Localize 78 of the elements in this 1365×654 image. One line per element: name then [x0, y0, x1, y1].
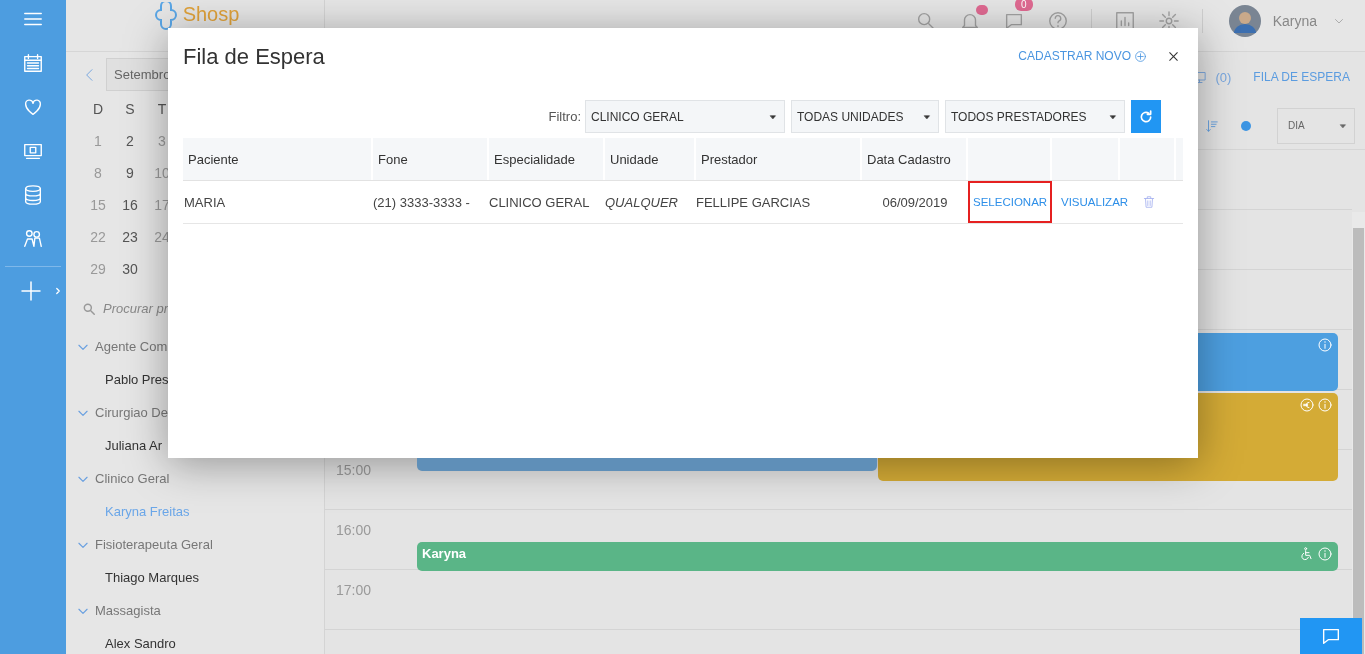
view-select[interactable]: DIA [1277, 107, 1355, 144]
refresh-button[interactable] [1131, 100, 1161, 133]
notification-badge: 0 [1015, 0, 1033, 11]
calendar-day[interactable]: 23 [122, 229, 138, 245]
scrollbar[interactable] [1352, 212, 1365, 654]
scroll-thumb[interactable] [1353, 228, 1364, 654]
refresh-icon [1138, 108, 1154, 125]
table-cell-text: (21) 3333-3333 - [373, 193, 471, 212]
chat-button[interactable] [1300, 618, 1362, 654]
search-placeholder[interactable]: Procurar pr [103, 301, 169, 316]
close-icon[interactable] [1167, 49, 1180, 63]
plus-icon[interactable] [19, 279, 43, 303]
calendar-icon[interactable] [22, 52, 44, 74]
status-dot [1241, 120, 1251, 131]
database-icon[interactable] [22, 184, 44, 206]
action-link[interactable]: SELECIONAR [968, 181, 1053, 223]
calendar-day[interactable]: 15 [90, 197, 106, 213]
wheelchair-icon[interactable] [1299, 546, 1315, 562]
table-cell-text: CLINICO GERAL [489, 193, 591, 212]
weekday-label: S [125, 101, 135, 117]
calendar-day[interactable]: 8 [94, 165, 102, 181]
column-header: Unidade [605, 138, 696, 180]
time-label: 15:00 [336, 462, 372, 478]
table-cell-text: MARIA [183, 193, 227, 212]
tree-item[interactable]: Alex Sandro [76, 627, 324, 654]
info-icon[interactable] [1317, 397, 1333, 413]
calendar-day[interactable]: 29 [90, 261, 106, 277]
filter-select[interactable]: TODAS UNIDADES [791, 100, 939, 133]
tree-group[interactable]: Fisioterapeuta Geral [95, 537, 213, 552]
column-header: Paciente [183, 138, 373, 180]
sort-icon[interactable] [1205, 117, 1219, 134]
filter-select[interactable]: CLINICO GERAL [585, 100, 785, 133]
logo-text: Shosp [182, 2, 240, 26]
time-label: 17:00 [336, 582, 372, 598]
filter-label: Filtro: [548, 109, 581, 124]
column-header: Especialidade [489, 138, 605, 180]
tree-item[interactable]: Thiago Marques [76, 561, 324, 594]
calendar-day[interactable]: 22 [90, 229, 106, 245]
info-icon[interactable] [1317, 546, 1333, 562]
new-link[interactable]: CADASTRAR NOVO [1018, 49, 1147, 63]
tree-group[interactable]: Agente Com [95, 339, 168, 354]
table-cell-text: 06/09/2019 [881, 193, 949, 212]
heart-icon[interactable] [22, 96, 44, 118]
queue-link[interactable]: FILA DE ESPERA [1253, 70, 1350, 84]
calendar-day[interactable]: 3 [158, 133, 166, 149]
search-icon [82, 301, 96, 316]
weekday-label: T [157, 101, 167, 117]
plus-circle-icon [1134, 49, 1147, 63]
tree-group[interactable]: Clinico Geral [95, 471, 170, 486]
delete-icon[interactable] [1142, 195, 1156, 209]
calendar-day[interactable]: 24 [154, 229, 170, 245]
people-icon[interactable] [22, 228, 44, 250]
time-label: 16:00 [336, 522, 372, 538]
calendar-day[interactable]: 1 [94, 133, 102, 149]
calendar-day[interactable]: 30 [122, 261, 138, 277]
tree-group[interactable]: Massagista [95, 603, 161, 618]
table-cell-text: FELLIPE GARCIAS [696, 193, 812, 212]
user-name[interactable]: Karyna [1272, 12, 1317, 29]
calendar-day[interactable]: 2 [126, 133, 134, 149]
weekday-label: D [92, 101, 104, 117]
event-title: Karyna [422, 546, 467, 561]
chevron-right-icon[interactable] [53, 286, 63, 296]
calendar-day[interactable]: 16 [122, 197, 138, 213]
table-cell-text: QUALQUER [605, 193, 679, 212]
column-header: Data Cadastro [862, 138, 968, 180]
column-header: Prestador [696, 138, 862, 180]
calendar-day[interactable]: 9 [126, 165, 134, 181]
action-link[interactable]: VISUALIZAR [1056, 181, 1134, 223]
notification-badge [975, 4, 988, 15]
tree-group[interactable]: Cirurgiao De [95, 405, 168, 420]
modal-title: Fila de Espera [183, 43, 326, 70]
filter-select[interactable]: TODOS PRESTADORES [945, 100, 1125, 133]
column-header: Fone [373, 138, 489, 180]
calendar-event[interactable]: Karyna [417, 542, 1338, 571]
count-label: (0) [1215, 69, 1232, 85]
info-icon[interactable] [1317, 337, 1333, 353]
tree-item[interactable]: Karyna Freitas [76, 495, 324, 528]
avatar[interactable] [1228, 4, 1261, 37]
